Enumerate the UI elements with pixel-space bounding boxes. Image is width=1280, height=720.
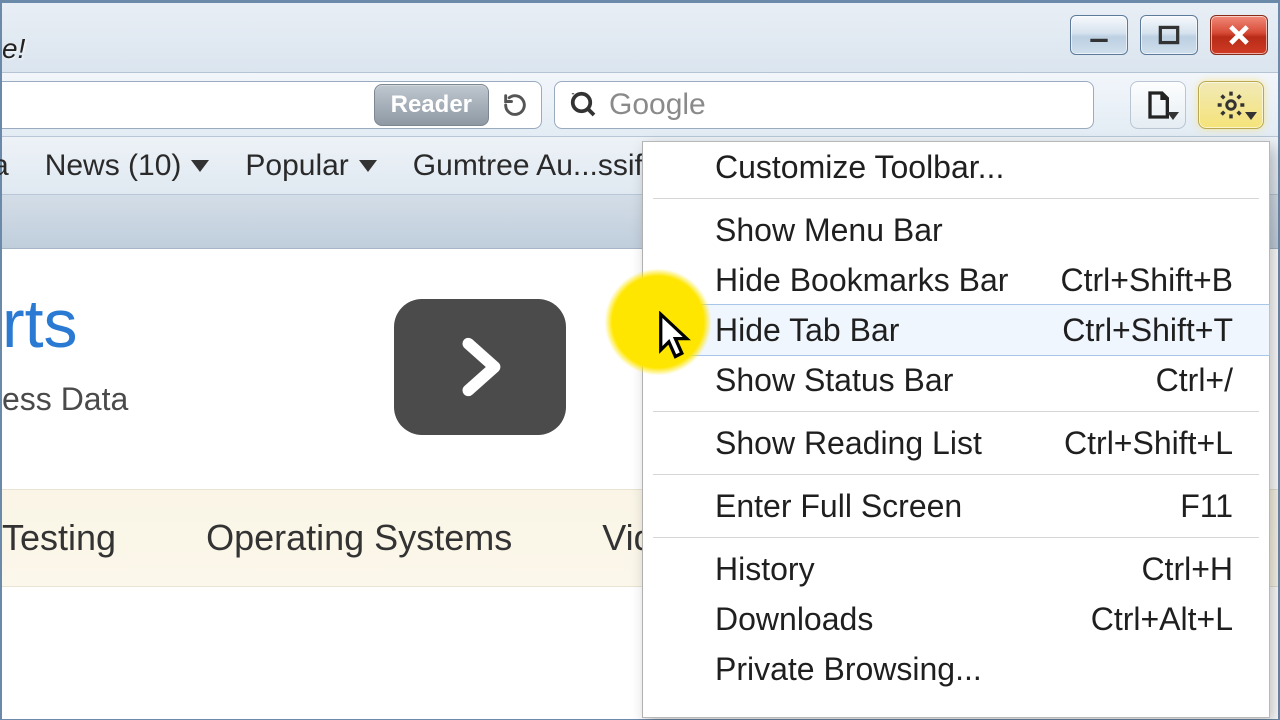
menu-separator bbox=[653, 537, 1259, 538]
reader-button[interactable]: Reader bbox=[374, 84, 489, 126]
menu-show-menu-bar[interactable]: Show Menu Bar bbox=[643, 205, 1269, 255]
menu-customize-toolbar[interactable]: Customize Toolbar... bbox=[643, 142, 1269, 192]
search-icon bbox=[569, 90, 599, 120]
reload-icon bbox=[501, 91, 529, 119]
settings-button[interactable] bbox=[1198, 81, 1264, 129]
chevron-down-icon bbox=[191, 160, 209, 172]
chevron-down-icon bbox=[1245, 112, 1257, 120]
titlebar: e! bbox=[2, 3, 1278, 73]
next-button[interactable] bbox=[394, 299, 566, 435]
menu-history[interactable]: HistoryCtrl+H bbox=[643, 544, 1269, 594]
new-page-button[interactable] bbox=[1130, 81, 1186, 129]
bookmark-item-news[interactable]: News (10) bbox=[45, 149, 210, 183]
chevron-down-icon bbox=[1167, 112, 1179, 120]
chevron-right-icon bbox=[445, 332, 515, 402]
minimize-button[interactable] bbox=[1070, 15, 1128, 55]
menu-hide-bookmarks-bar[interactable]: Hide Bookmarks BarCtrl+Shift+B bbox=[643, 255, 1269, 305]
gear-icon bbox=[1215, 89, 1247, 121]
cursor-pointer-icon bbox=[657, 311, 697, 368]
menu-enter-full-screen[interactable]: Enter Full ScreenF11 bbox=[643, 481, 1269, 531]
menu-show-reading-list[interactable]: Show Reading ListCtrl+Shift+L bbox=[643, 418, 1269, 468]
maximize-button[interactable] bbox=[1140, 15, 1198, 55]
menu-downloads[interactable]: DownloadsCtrl+Alt+L bbox=[643, 594, 1269, 644]
bookmark-item[interactable]: a bbox=[0, 149, 9, 183]
menu-separator bbox=[653, 198, 1259, 199]
bookmark-item-popular[interactable]: Popular bbox=[245, 149, 376, 183]
window-title: e! bbox=[2, 33, 25, 65]
menu-show-status-bar[interactable]: Show Status BarCtrl+/ bbox=[643, 355, 1269, 405]
menu-private-browsing[interactable]: Private Browsing... bbox=[643, 644, 1269, 694]
search-placeholder: Google bbox=[609, 88, 706, 122]
menu-separator bbox=[653, 411, 1259, 412]
search-box[interactable]: Google bbox=[554, 81, 1094, 129]
close-button[interactable] bbox=[1210, 15, 1268, 55]
page-heading: rts bbox=[2, 285, 78, 363]
menu-hide-tab-bar[interactable]: Hide Tab BarCtrl+Shift+T bbox=[643, 305, 1269, 355]
toolbar: Reader Google bbox=[2, 73, 1278, 137]
settings-menu: Customize Toolbar... Show Menu Bar Hide … bbox=[642, 141, 1270, 718]
category-os[interactable]: Operating Systems bbox=[206, 517, 512, 559]
page-subheading: ess Data bbox=[2, 381, 128, 418]
category-testing[interactable]: Testing bbox=[2, 517, 116, 559]
menu-separator bbox=[653, 474, 1259, 475]
address-bar[interactable]: Reader bbox=[2, 81, 542, 129]
reload-button[interactable] bbox=[497, 87, 533, 123]
chevron-down-icon bbox=[359, 160, 377, 172]
